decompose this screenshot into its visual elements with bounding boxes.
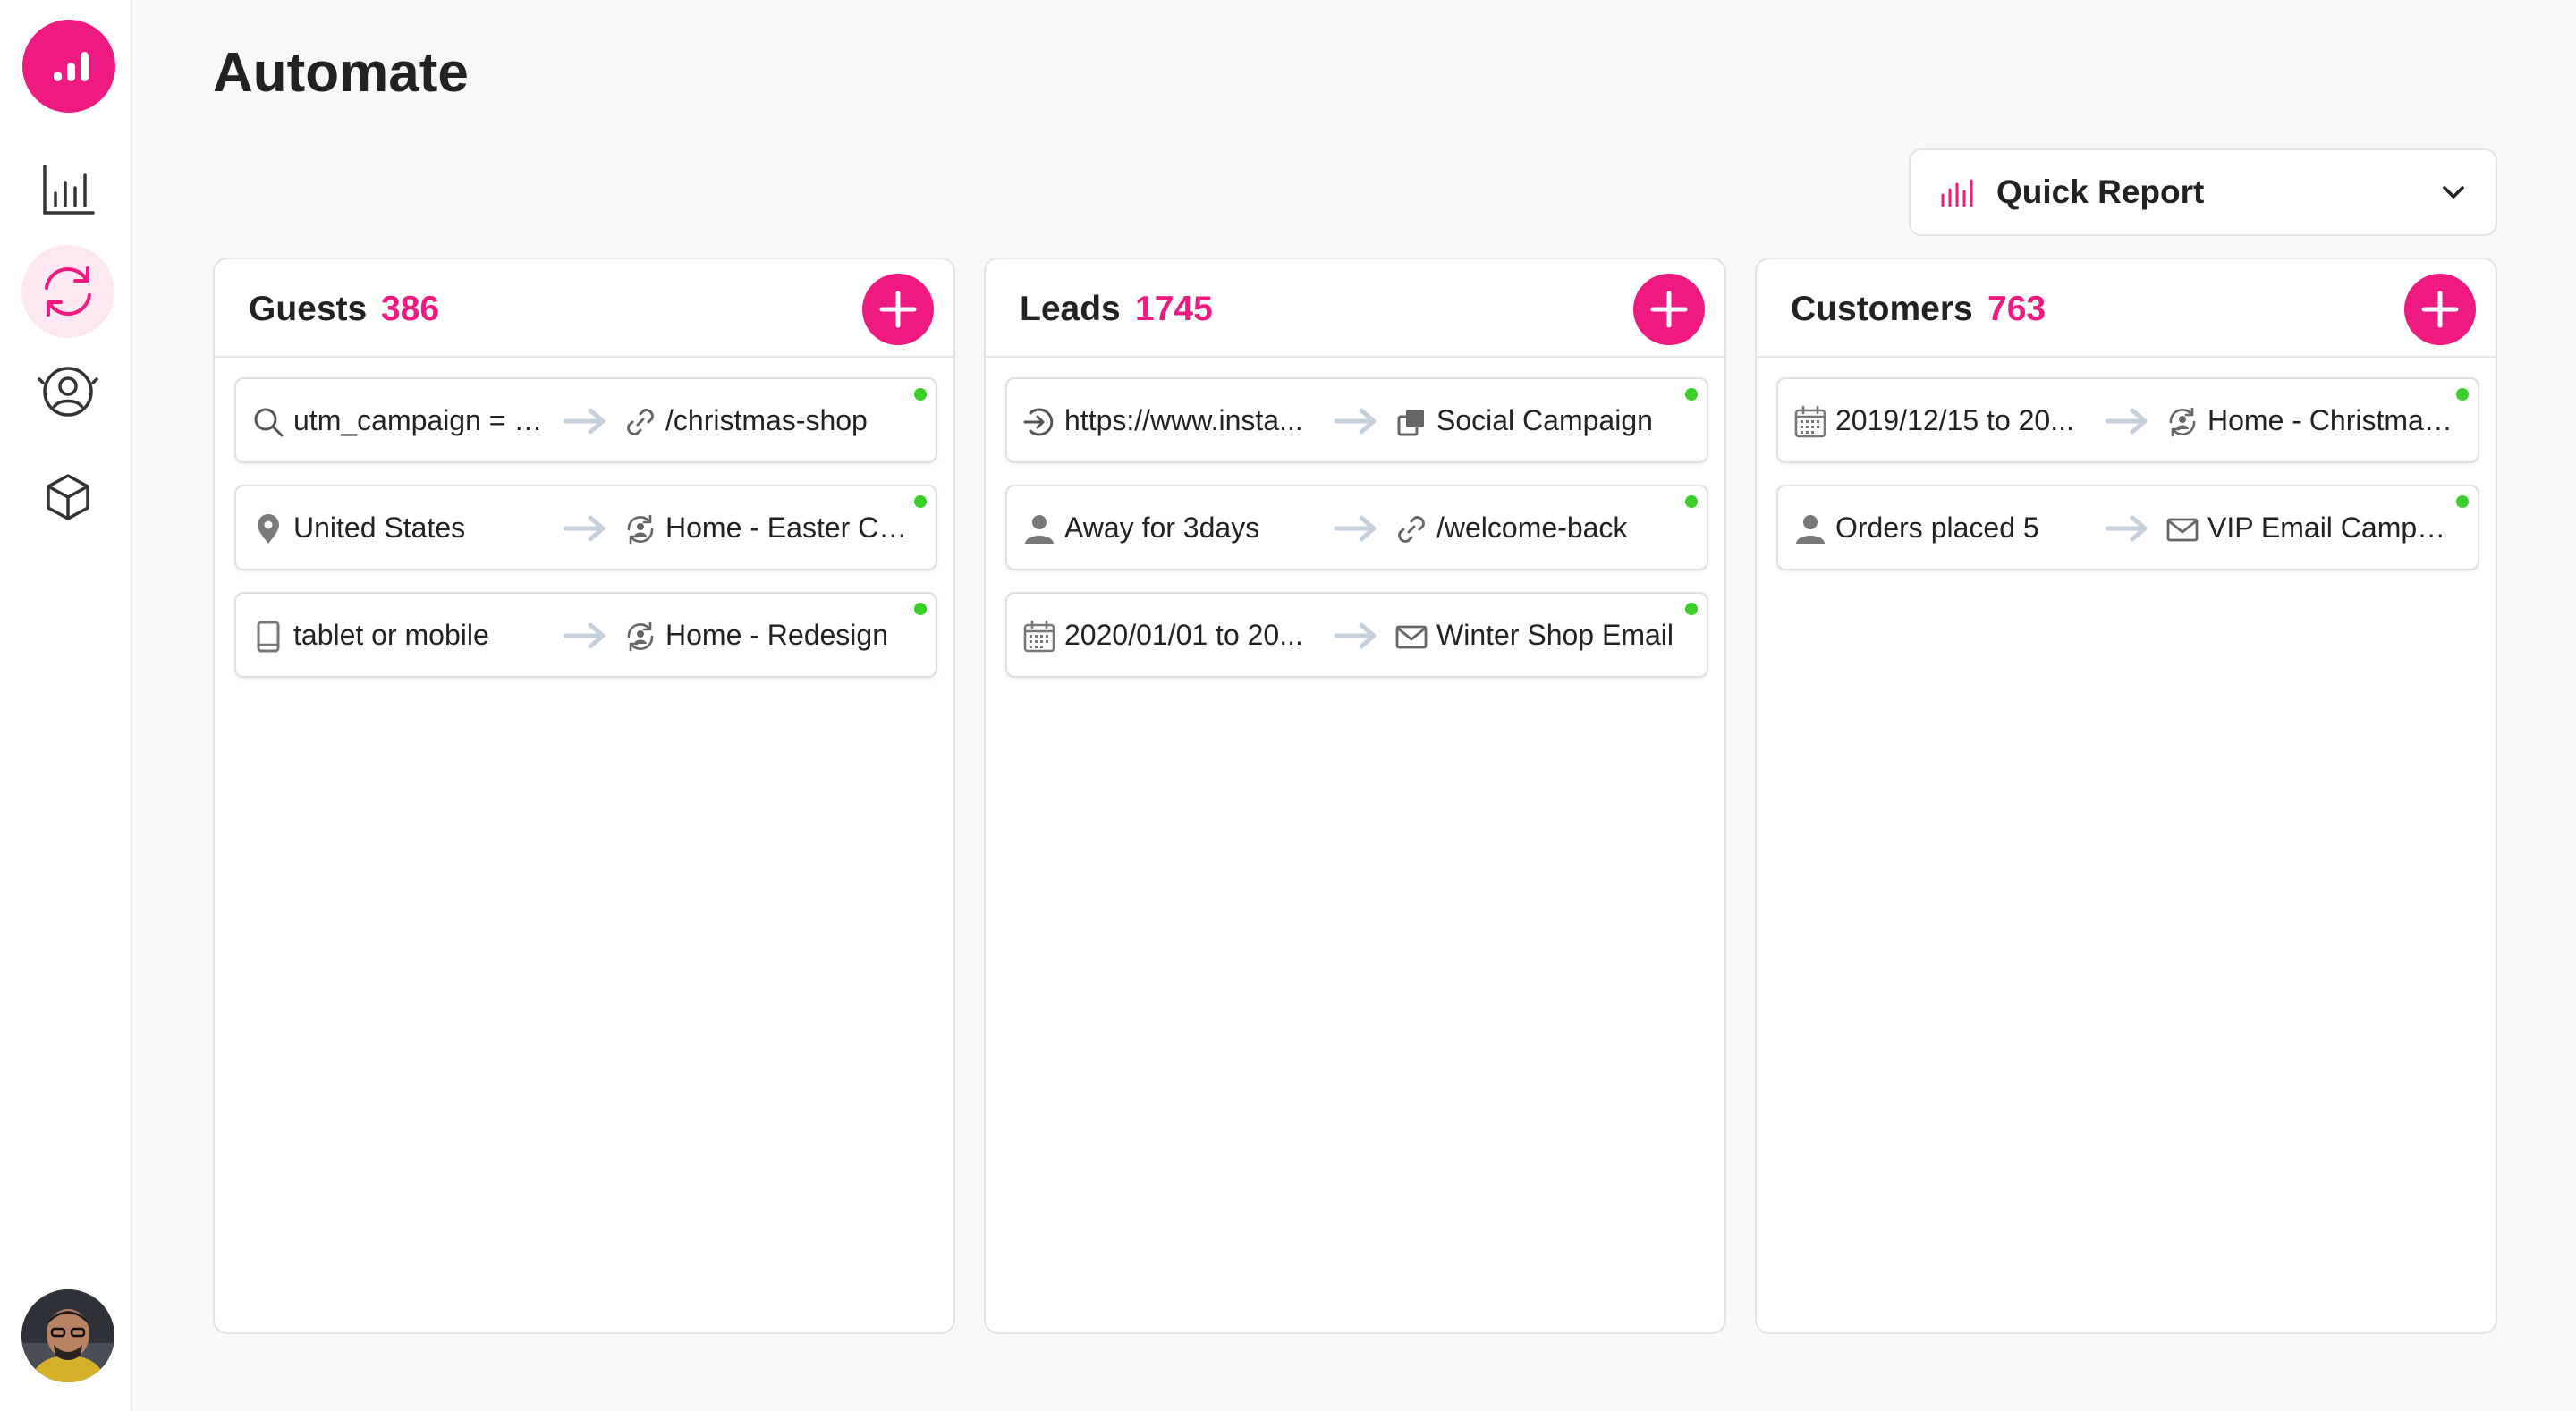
column-leads: Leads 1745 https://www.insta... Social Camp…: [984, 258, 1726, 1334]
rule-condition: 2019/12/15 to 20...: [1835, 404, 2074, 436]
plus-icon: [879, 291, 917, 328]
status-active-indicator: [1685, 495, 1698, 508]
rule-action: /christmas-shop: [665, 404, 868, 436]
rule-condition: Away for 3days: [1064, 511, 1260, 544]
tablet-icon: [250, 619, 286, 659]
column-title: Customers: [1791, 290, 1973, 328]
chevron-down-icon: [2443, 186, 2464, 199]
plus-icon: [1650, 291, 1688, 328]
arrow-right-icon: [2105, 406, 2154, 441]
status-active-indicator: [2456, 495, 2469, 508]
sidebar-item-automate[interactable]: [21, 245, 114, 338]
person-icon: [1021, 511, 1057, 552]
sidebar: [0, 0, 132, 1411]
column-customers: Customers 763 2019/12/15 to 20... Home - Ch…: [1755, 258, 2497, 1334]
quick-report-dropdown[interactable]: Quick Report: [1909, 148, 2497, 236]
rule-card[interactable]: utm_campaign = "... /christmas-shop: [234, 377, 937, 463]
status-active-indicator: [914, 603, 927, 615]
rule-condition: https://www.insta...: [1064, 404, 1303, 436]
personalization-icon: [2165, 404, 2200, 444]
rule-card[interactable]: 2020/01/01 to 20... Winter Shop Email: [1005, 592, 1708, 678]
column-header: Customers 763: [1757, 259, 2496, 358]
avatar[interactable]: [21, 1289, 114, 1382]
user-circle-icon: [38, 367, 98, 417]
location-pin-icon: [250, 511, 286, 552]
sidebar-item-analytics[interactable]: [21, 143, 114, 236]
rule-condition: 2020/01/01 to 20...: [1064, 619, 1303, 651]
cube-icon: [47, 474, 89, 520]
arrow-right-icon: [1334, 406, 1383, 441]
page-title: Automate: [213, 42, 469, 104]
mail-icon: [2165, 511, 2200, 552]
personalization-icon: [623, 511, 658, 552]
logo-icon[interactable]: [22, 20, 115, 113]
rule-card[interactable]: 2019/12/15 to 20... Home - Christmas...: [1776, 377, 2479, 463]
sign-in-icon: [1021, 404, 1057, 444]
rule-condition: United States: [293, 511, 466, 544]
rule-action: Home - Christmas...: [2207, 404, 2460, 436]
column-count: 1745: [1135, 290, 1213, 328]
rule-card[interactable]: United States Home - Easter Cu...: [234, 485, 937, 570]
person-icon: [1792, 511, 1828, 552]
copy-icon: [1394, 404, 1429, 444]
mail-icon: [1394, 619, 1429, 659]
status-active-indicator: [1685, 603, 1698, 615]
rule-action: /welcome-back: [1436, 511, 1628, 544]
link-icon: [1394, 511, 1429, 552]
column-count: 386: [381, 290, 440, 328]
add-rule-button[interactable]: [862, 274, 934, 345]
rule-card[interactable]: Away for 3days/welcome-back: [1005, 485, 1708, 570]
arrow-right-icon: [1334, 621, 1383, 655]
search-icon: [250, 404, 286, 444]
refresh-cycle-icon: [45, 266, 91, 317]
rule-action: Home - Easter Cu...: [665, 511, 918, 544]
rule-action: VIP Email Campai...: [2207, 511, 2460, 544]
arrow-right-icon: [563, 621, 612, 655]
status-active-indicator: [914, 388, 927, 401]
rule-action: Social Campaign: [1436, 404, 1653, 436]
arrow-right-icon: [563, 513, 612, 548]
quick-report-label: Quick Report: [1996, 173, 2205, 210]
rule-condition: utm_campaign = "...: [293, 404, 546, 436]
link-icon: [623, 404, 658, 444]
status-active-indicator: [2456, 388, 2469, 401]
column-guests: Guests 386 utm_campaign = "... /christmas-s…: [213, 258, 955, 1334]
sidebar-item-audience[interactable]: [21, 347, 114, 440]
rule-card[interactable]: tablet or mobile Home - Redesign: [234, 592, 937, 678]
column-header: Leads 1745: [986, 259, 1724, 358]
bar-chart-icon: [1941, 179, 1973, 207]
column-count: 763: [1987, 290, 2046, 328]
rule-card[interactable]: https://www.insta... Social Campaign: [1005, 377, 1708, 463]
rule-condition: tablet or mobile: [293, 619, 489, 651]
sidebar-item-products[interactable]: [21, 451, 114, 544]
add-rule-button[interactable]: [1633, 274, 1705, 345]
rule-condition: Orders placed 5: [1835, 511, 2039, 544]
arrow-right-icon: [2105, 513, 2154, 548]
rule-card[interactable]: Orders placed 5 VIP Email Campai...: [1776, 485, 2479, 570]
plus-icon: [2421, 291, 2459, 328]
arrow-right-icon: [1334, 513, 1383, 548]
bar-chart-icon: [43, 165, 95, 215]
personalization-icon: [623, 619, 658, 659]
column-header: Guests 386: [215, 259, 953, 358]
rule-action: Winter Shop Email: [1436, 619, 1674, 651]
calendar-icon: [1792, 404, 1828, 444]
status-active-indicator: [914, 495, 927, 508]
arrow-right-icon: [563, 406, 612, 441]
calendar-icon: [1021, 619, 1057, 659]
column-title: Leads: [1020, 290, 1121, 328]
column-title: Guests: [249, 290, 368, 328]
rule-action: Home - Redesign: [665, 619, 888, 651]
add-rule-button[interactable]: [2404, 274, 2476, 345]
status-active-indicator: [1685, 388, 1698, 401]
